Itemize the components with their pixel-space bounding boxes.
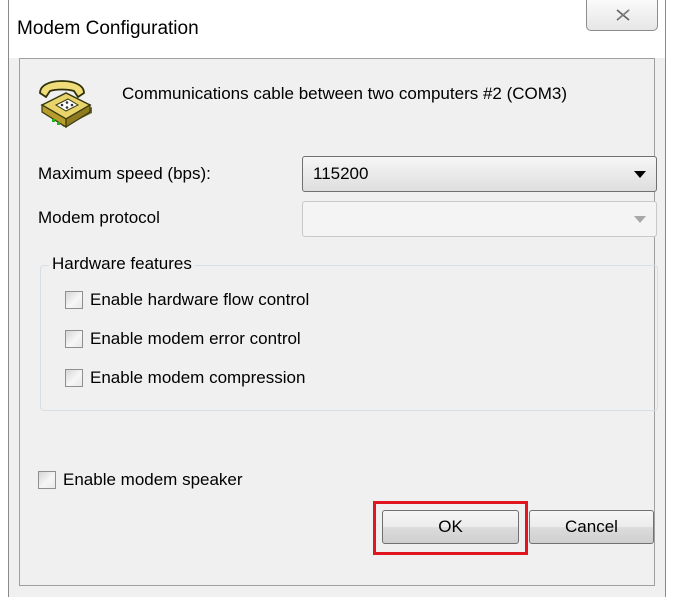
window-title: Modem Configuration	[17, 18, 199, 39]
modem-compression-checkbox[interactable]	[65, 369, 83, 387]
cancel-button[interactable]: Cancel	[529, 510, 654, 544]
hardware-features-title: Hardware features	[49, 254, 195, 274]
ok-button[interactable]: OK	[382, 510, 519, 544]
modem-protocol-label: Modem protocol	[38, 208, 160, 227]
modem-error-control-label[interactable]: Enable modem error control	[90, 329, 301, 349]
modem-speaker-option[interactable]: Enable modem speaker	[38, 469, 243, 491]
modem-compression-label[interactable]: Enable modem compression	[90, 368, 305, 388]
close-button[interactable]	[586, 0, 658, 31]
modem-speaker-checkbox[interactable]	[38, 471, 56, 489]
telephone-icon	[36, 79, 94, 136]
max-speed-value: 115200	[313, 164, 369, 183]
hardware-flow-control-option[interactable]: Enable hardware flow control	[65, 289, 309, 311]
max-speed-label: Maximum speed (bps):	[38, 164, 211, 183]
modem-speaker-label[interactable]: Enable modem speaker	[63, 470, 243, 490]
hardware-flow-control-label[interactable]: Enable hardware flow control	[90, 290, 309, 310]
hardware-features-group: Hardware features Enable hardware flow c…	[40, 254, 658, 411]
modem-name-label: Communications cable between two compute…	[122, 84, 568, 103]
modem-configuration-dialog: Modem Configuration Communications cable…	[8, 0, 666, 597]
title-bar: Modem Configuration	[9, 0, 665, 58]
chevron-down-icon	[634, 216, 646, 223]
close-icon	[616, 9, 630, 21]
modem-error-control-option[interactable]: Enable modem error control	[65, 328, 301, 350]
max-speed-select[interactable]: 115200	[302, 156, 657, 192]
dialog-body: Communications cable between two compute…	[19, 58, 658, 586]
modem-error-control-checkbox[interactable]	[65, 330, 83, 348]
chevron-down-icon	[634, 171, 646, 178]
hardware-flow-control-checkbox[interactable]	[65, 291, 83, 309]
modem-protocol-select	[302, 201, 657, 237]
modem-compression-option[interactable]: Enable modem compression	[65, 367, 305, 389]
